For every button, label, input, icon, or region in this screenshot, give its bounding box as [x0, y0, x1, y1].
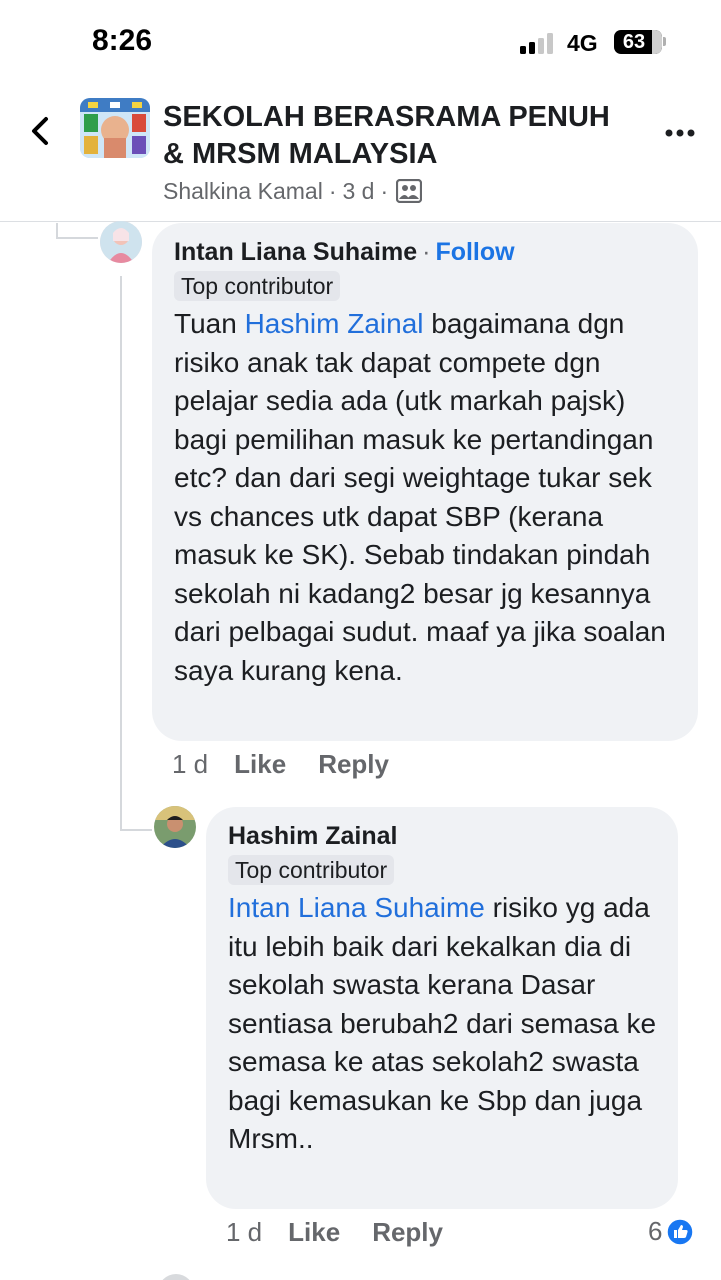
post-meta: Shalkina Kamal · 3 d · — [163, 178, 423, 205]
avatar[interactable] — [158, 1274, 194, 1280]
network-type: 4G — [567, 30, 598, 56]
comment-bubble: Hashim Zainal Top contributor Intan Lian… — [206, 807, 678, 1209]
meta-separator: · — [328, 178, 337, 204]
group-audience-icon — [396, 179, 423, 203]
reply-button[interactable]: Reply — [372, 1217, 443, 1247]
comment-actions: 1 d Like Reply — [172, 749, 421, 780]
top-contributor-badge: Top contributor — [174, 271, 341, 301]
post-time: 3 d — [342, 178, 375, 204]
like-button[interactable]: Like — [288, 1217, 340, 1247]
chevron-left-icon[interactable] — [26, 116, 56, 146]
reaction-summary[interactable]: 6 — [648, 1216, 695, 1247]
meta-separator: · — [380, 178, 389, 204]
follow-button[interactable]: Follow — [435, 238, 514, 266]
comment-actions: 1 d Like Reply — [226, 1217, 475, 1248]
thread-line — [120, 276, 122, 831]
comment-author[interactable]: Intan Liana Suhaime — [174, 238, 417, 266]
status-time: 8:26 — [92, 24, 153, 57]
comment-author[interactable]: Hashim Zainal — [228, 822, 398, 850]
cellular-signal-icon — [520, 32, 556, 54]
avatar[interactable] — [100, 221, 142, 263]
group-name[interactable]: SEKOLAH BERASRAMA PENUH & MRSM MALAYSIA — [163, 99, 623, 173]
thread-line — [120, 829, 152, 831]
thread-line — [56, 237, 98, 239]
comment-bubble: Intan Liana Suhaime · Follow Top contribut… — [152, 223, 698, 741]
post-header: SEKOLAH BERASRAMA PENUH & MRSM MALAYSIA … — [0, 88, 721, 222]
comment-text-body: bagaimana dgn risiko anak tak dapat comp… — [174, 308, 666, 686]
battery-level: 63 — [622, 31, 646, 53]
poster-name[interactable]: Shalkina Kamal — [163, 178, 323, 204]
comment-time: 1 d — [172, 749, 209, 779]
mention-link[interactable]: Intan Liana Suhaime — [228, 892, 485, 923]
comment-text: Intan Liana Suhaime risiko yg ada itu le… — [228, 889, 658, 1159]
reply-button[interactable]: Reply — [318, 749, 389, 779]
mention-link[interactable]: Hashim Zainal — [245, 308, 424, 339]
comment-time: 1 d — [226, 1217, 263, 1247]
like-button[interactable]: Like — [234, 749, 286, 779]
status-bar: 8:26 4G 63 — [0, 0, 721, 88]
reaction-count: 6 — [648, 1216, 663, 1246]
group-avatar[interactable] — [80, 98, 150, 158]
author-separator: · — [422, 238, 431, 266]
battery-tip — [663, 37, 666, 46]
comment-text-intro: Tuan — [174, 308, 245, 339]
more-dots-icon[interactable] — [664, 128, 696, 138]
top-contributor-badge: Top contributor — [228, 855, 395, 885]
comment-text: Tuan Hashim Zainal bagaimana dgn risiko … — [174, 305, 678, 690]
comment-text-body: risiko yg ada itu lebih baik dari kekalk… — [228, 892, 657, 1154]
like-reaction-icon — [666, 1217, 695, 1246]
battery-icon: 63 — [614, 30, 662, 54]
avatar[interactable] — [154, 806, 196, 848]
